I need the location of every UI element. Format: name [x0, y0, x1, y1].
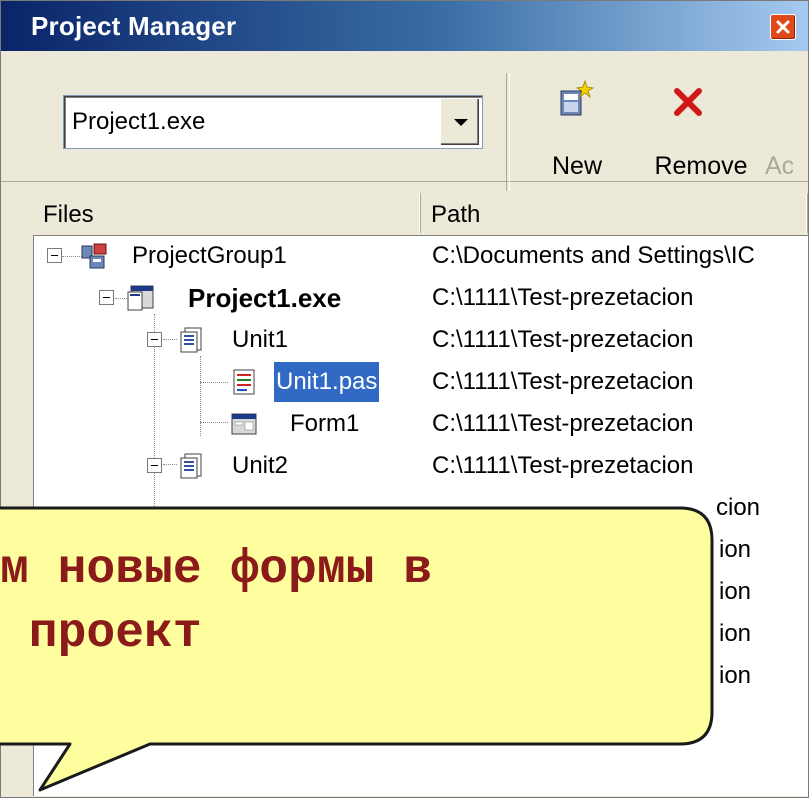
callout-bubble: [0, 506, 714, 792]
callout-text: м новые формы в проект: [0, 538, 760, 666]
callout-line-2: проект: [0, 607, 202, 661]
callout-line-1: м новые формы в: [0, 543, 433, 597]
